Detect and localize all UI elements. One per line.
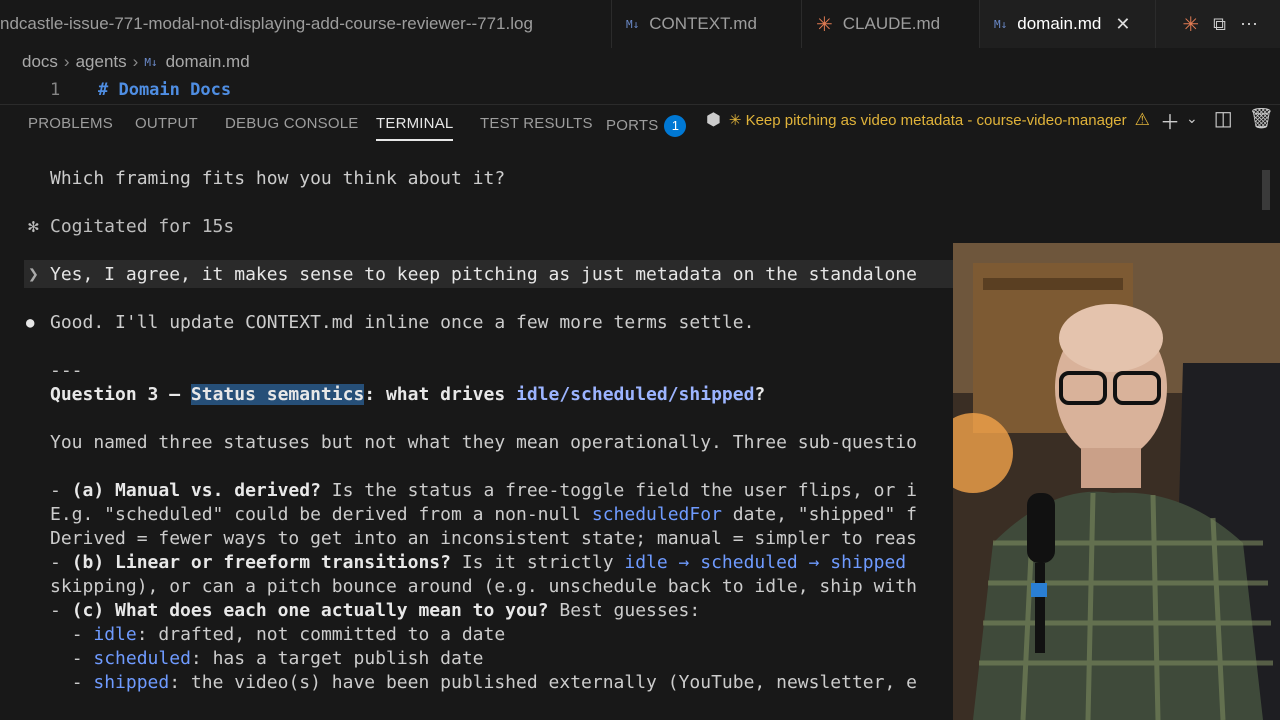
- tab-debug-console[interactable]: DEBUG CONSOLE: [225, 115, 358, 132]
- tab-label: CLAUDE.md: [842, 14, 941, 33]
- divider-line: ---: [50, 360, 83, 381]
- claude-icon[interactable]: ✳: [1182, 12, 1199, 37]
- terminal-line: Cogitated for 15s: [50, 216, 235, 237]
- line-number: 1: [50, 80, 61, 100]
- terminal-session-title[interactable]: ⬢ ✳ Keep pitching as video metadata - co…: [706, 110, 1150, 130]
- split-editor-icon[interactable]: ⧉: [1213, 14, 1226, 35]
- tab-claude-md[interactable]: ✳ CLAUDE.md: [802, 0, 980, 48]
- terminal-scrollbar[interactable]: [1262, 170, 1270, 210]
- tab-test-results[interactable]: TEST RESULTS: [480, 115, 593, 132]
- selected-text: Status semantics: [190, 384, 365, 405]
- list-item: - idle: drafted, not committed to a date: [50, 624, 506, 646]
- dash: -: [50, 600, 72, 621]
- trash-icon[interactable]: 🗑: [1249, 106, 1274, 135]
- status-desc: : has a target publish date: [190, 648, 484, 669]
- tab-terminal[interactable]: TERMINAL: [376, 115, 454, 141]
- dash: -: [50, 552, 72, 573]
- terminal-icon: ⬢: [706, 110, 721, 129]
- bullet-icon: ●: [26, 315, 35, 331]
- q-code: idle/scheduled/shipped: [516, 384, 755, 405]
- subquestion-text: Is the status a free-toggle field the us…: [320, 480, 917, 501]
- subquestion-b: - (b) Linear or freeform transitions? Is…: [50, 552, 906, 574]
- presenter-image: [953, 243, 1280, 720]
- tab-problems[interactable]: PROBLEMS: [28, 115, 113, 132]
- subquestion-a: - (a) Manual vs. derived? Is the status …: [50, 480, 917, 502]
- terminal-line: You named three statuses but not what th…: [50, 432, 917, 453]
- claude-icon: ✳: [816, 13, 833, 36]
- tab-log-file[interactable]: ndcastle-issue-771-modal-not-displaying-…: [0, 0, 612, 48]
- breadcrumb-item[interactable]: docs: [22, 52, 58, 72]
- close-icon[interactable]: ✕: [1115, 14, 1130, 35]
- subquestion-text: Is it strictly: [450, 552, 625, 573]
- text: E.g. "scheduled" could be derived from a…: [50, 504, 592, 525]
- tab-label: CONTEXT.md: [649, 14, 757, 33]
- markdown-icon: M↓: [144, 55, 158, 69]
- dash: -: [71, 648, 94, 669]
- editor-tab-bar: ndcastle-issue-771-modal-not-displaying-…: [0, 0, 1280, 48]
- subquestion-label: (a) Manual vs. derived?: [71, 480, 321, 501]
- tab-ports[interactable]: PORTS 1: [606, 115, 687, 137]
- terminal-line: Good. I'll update CONTEXT.md inline once…: [50, 312, 755, 333]
- breadcrumb-item[interactable]: agents: [76, 52, 127, 72]
- user-message: Yes, I agree, it makes sense to keep pit…: [50, 264, 917, 285]
- webcam-overlay: [953, 243, 1280, 720]
- prompt-chevron-icon: ❯: [28, 264, 39, 285]
- ports-label: PORTS: [606, 116, 659, 134]
- subquestion-text: Best guesses:: [548, 600, 701, 621]
- tab-domain-md[interactable]: M↓ domain.md ✕: [980, 0, 1156, 48]
- q-part: Question 3 —: [50, 384, 191, 405]
- session-title: ✳ Keep pitching as video metadata - cour…: [728, 112, 1127, 129]
- status-name: scheduled: [93, 648, 191, 669]
- dash: -: [71, 672, 94, 693]
- status-name: shipped: [93, 672, 170, 693]
- markdown-icon: M↓: [994, 17, 1008, 31]
- status-desc: : drafted, not committed to a date: [136, 624, 506, 645]
- new-terminal-icon[interactable]: ＋: [1160, 106, 1180, 135]
- tab-label: domain.md: [1017, 14, 1102, 33]
- text: date, "shipped" f: [721, 504, 917, 525]
- terminal-line: skipping), or can a pitch bounce around …: [50, 576, 917, 597]
- dash: -: [71, 624, 94, 645]
- subquestion-label: (c) What does each one actually mean to …: [71, 600, 549, 621]
- terminal-line: E.g. "scheduled" could be derived from a…: [50, 504, 917, 526]
- ports-badge: 1: [664, 115, 687, 137]
- terminal-line: Which framing fits how you think about i…: [50, 168, 506, 189]
- breadcrumb: docs › agents › M↓ domain.md: [22, 52, 250, 72]
- editor-line[interactable]: 1 # Domain Docs: [0, 80, 1280, 102]
- q-part: ?: [754, 384, 766, 405]
- code-text: idle → scheduled → shipped: [624, 552, 907, 573]
- status-desc: : the video(s) have been published exter…: [169, 672, 917, 693]
- breadcrumb-item[interactable]: domain.md: [166, 52, 250, 72]
- tab-actions: ✳ ⧉ ⋯: [1182, 0, 1280, 48]
- subquestion-c: - (c) What does each one actually mean t…: [50, 600, 700, 622]
- tab-context-md[interactable]: M↓ CONTEXT.md: [612, 0, 802, 48]
- editor-line-text[interactable]: # Domain Docs: [98, 80, 231, 100]
- spinner-icon: ✻: [28, 216, 39, 237]
- tab-label: ndcastle-issue-771-modal-not-displaying-…: [0, 14, 533, 33]
- chevron-down-icon[interactable]: ⌄: [1186, 110, 1198, 135]
- question-heading: Question 3 — Status semantics: what driv…: [50, 384, 765, 406]
- chevron-right-icon: ›: [63, 52, 70, 71]
- split-terminal-icon[interactable]: ◫: [1214, 106, 1233, 135]
- list-item: - scheduled: has a target publish date: [50, 648, 484, 670]
- terminal-line: Derived = fewer ways to get into an inco…: [50, 528, 917, 549]
- list-item: - shipped: the video(s) have been publis…: [50, 672, 917, 694]
- code-text: scheduledFor: [591, 504, 722, 525]
- more-actions-icon[interactable]: ⋯: [1240, 14, 1258, 35]
- warning-icon: ⚠: [1134, 110, 1150, 129]
- subquestion-label: (b) Linear or freeform transitions?: [71, 552, 451, 573]
- chevron-right-icon: ›: [132, 52, 139, 71]
- markdown-icon: M↓: [626, 17, 640, 31]
- panel-actions: ＋ ⌄ ◫ 🗑: [1160, 106, 1274, 135]
- status-name: idle: [93, 624, 137, 645]
- dash: -: [50, 480, 72, 501]
- tab-output[interactable]: OUTPUT: [135, 115, 198, 132]
- q-part: : what drives: [364, 384, 516, 405]
